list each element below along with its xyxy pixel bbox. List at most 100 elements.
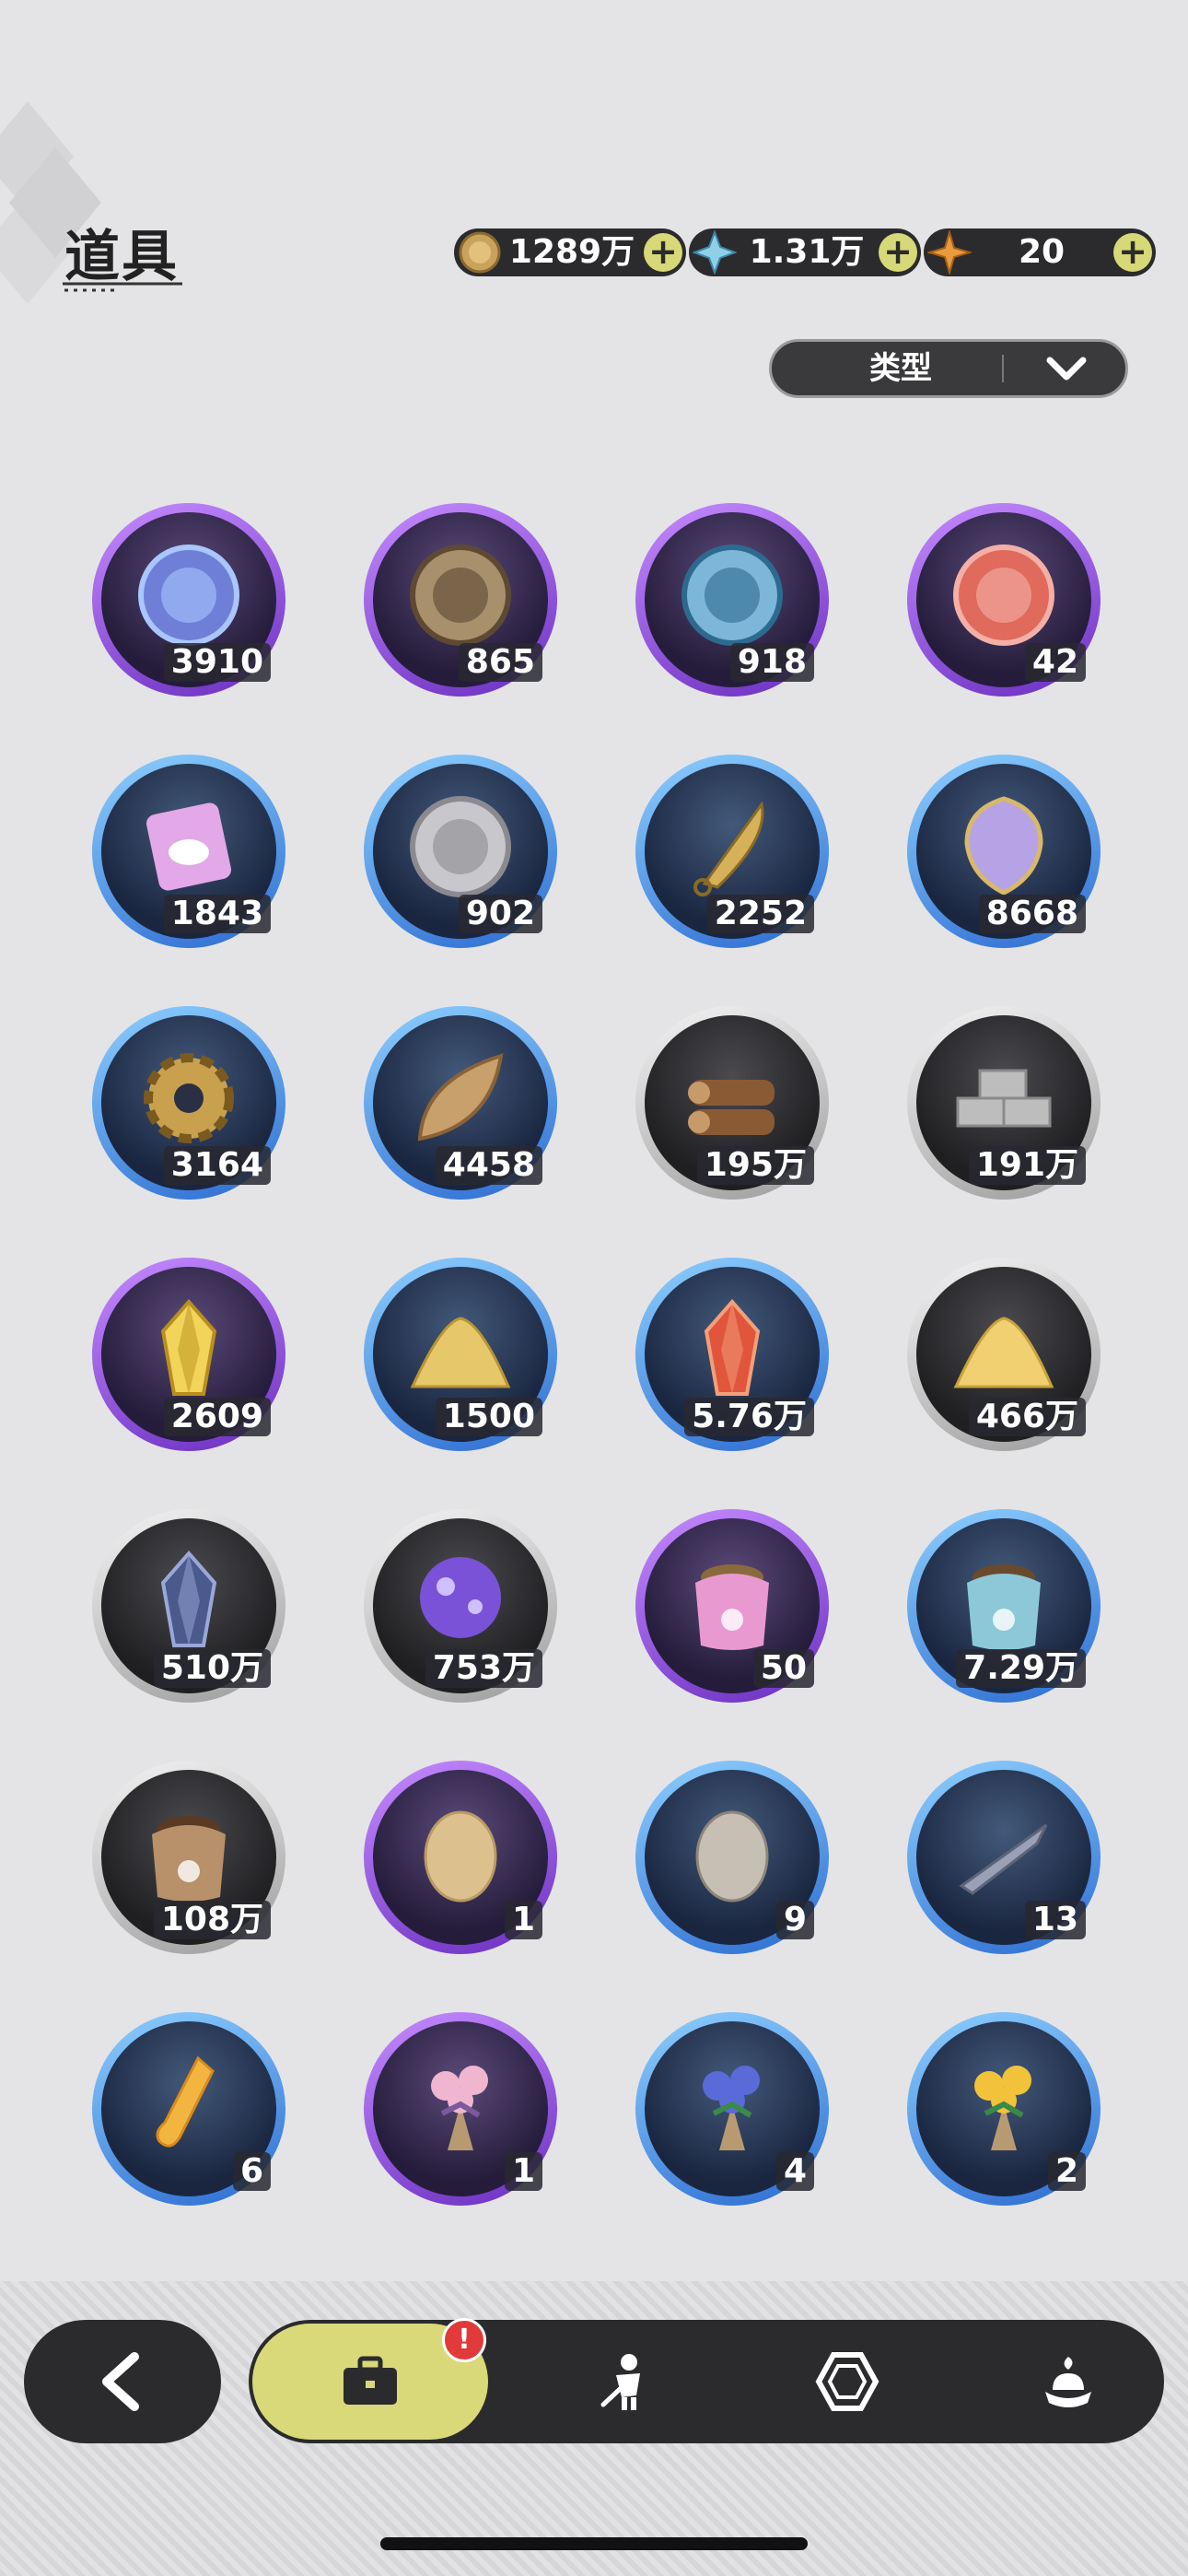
inventory-item[interactable]: 3910	[92, 503, 285, 697]
item-count: 3910	[163, 643, 271, 682]
sand-pile-icon	[953, 1317, 1054, 1388]
item-count: 8668	[978, 895, 1086, 933]
item-count: 1	[504, 2152, 542, 2191]
star-gem-icon	[927, 230, 972, 275]
inventory-item[interactable]: 50	[635, 1509, 829, 1703]
back-button[interactable]	[24, 2320, 221, 2443]
gem-icon	[815, 2352, 879, 2411]
item-count: 4458	[435, 1146, 542, 1185]
blue-feed-bag-icon	[967, 1564, 1041, 1650]
inventory-item[interactable]: 7.29万	[907, 1509, 1101, 1703]
inventory-item[interactable]: 2	[907, 2012, 1101, 2206]
type-filter-dropdown[interactable]: 类型	[769, 339, 1128, 398]
yellow-bouquet-icon	[974, 2066, 1031, 2150]
inventory-item[interactable]: 191万	[907, 1006, 1101, 1200]
inventory-item[interactable]: 13	[907, 1761, 1101, 1954]
shield-coin-icon	[681, 544, 783, 646]
item-count: 902	[458, 895, 542, 933]
inventory-item[interactable]: 466万	[907, 1258, 1101, 1451]
inventory-item[interactable]: 2252	[635, 755, 829, 948]
item-count: 1843	[163, 895, 271, 933]
scale-shield-icon	[964, 796, 1043, 896]
title-underline	[63, 282, 182, 292]
inventory-item[interactable]: 3164	[92, 1006, 285, 1200]
inventory-item[interactable]: 8668	[907, 755, 1101, 948]
add-crystal-button[interactable]: +	[879, 233, 917, 272]
inventory-item[interactable]: 918	[635, 503, 829, 697]
item-count: 50	[752, 1649, 814, 1688]
item-count: 3164	[163, 1146, 271, 1185]
grid-fade-bottom	[0, 2244, 1188, 2281]
inventory-item[interactable]: 1500	[364, 1258, 557, 1451]
currency-crystal[interactable]: 1.31万 +	[689, 228, 921, 276]
item-count: 9	[775, 1901, 814, 1939]
tab-gems[interactable]	[755, 2320, 939, 2443]
item-count: 2	[1047, 2152, 1086, 2191]
tab-items[interactable]: !	[252, 2318, 488, 2440]
page-title: 道具	[64, 225, 179, 289]
inventory-item[interactable]: 4458	[364, 1006, 557, 1200]
item-count: 7.29万	[956, 1649, 1086, 1688]
inventory-item[interactable]: 510万	[92, 1509, 285, 1703]
item-count: 42	[1024, 643, 1086, 682]
inventory-item[interactable]: 753万	[364, 1509, 557, 1703]
star-gem-amount: 20	[1018, 233, 1066, 271]
item-count: 13	[1024, 1901, 1086, 1939]
inventory-item[interactable]: 1843	[92, 755, 285, 948]
chevron-left-icon	[102, 2352, 139, 2411]
add-gold-button[interactable]: +	[644, 233, 682, 272]
bunny-card-icon	[146, 802, 231, 891]
grid-fade-top	[0, 440, 1188, 477]
inventory-item[interactable]: 4	[635, 2012, 829, 2206]
herb-bundle-icon	[959, 1823, 1048, 1895]
add-star-gem-button[interactable]: +	[1113, 233, 1152, 272]
wood-logs-icon	[688, 1080, 775, 1135]
item-count: 195万	[696, 1146, 814, 1185]
filter-label: 类型	[869, 350, 932, 387]
blade-icon	[693, 801, 764, 896]
tab-characters[interactable]	[534, 2320, 718, 2443]
currency-gold[interactable]: 1289万 +	[454, 228, 686, 276]
inventory-item[interactable]: 865	[364, 503, 557, 697]
star-moon-coin-icon	[138, 544, 239, 646]
dark-crystal-icon	[160, 1550, 217, 1647]
purple-orb-icon	[420, 1557, 501, 1638]
red-crystal-icon	[704, 1298, 761, 1396]
inventory-item[interactable]: 1	[364, 1761, 557, 1954]
item-grid[interactable]: 3910 865 918 42 1843 902 2252 8668 3164 4458 195万 1…	[0, 440, 1188, 2281]
inventory-item[interactable]: 9	[635, 1761, 829, 1954]
item-count: 2252	[706, 895, 814, 933]
item-count: 918	[729, 643, 814, 682]
bottom-tab-bar: !	[249, 2318, 1164, 2443]
inventory-item[interactable]: 6	[92, 2012, 285, 2206]
fist-coin-icon	[410, 544, 511, 646]
inventory-item[interactable]: 902	[364, 755, 557, 948]
crystal-icon	[693, 230, 737, 275]
heart-coin-icon	[953, 544, 1054, 646]
dessert-icon	[1045, 2357, 1091, 2407]
tab-desserts[interactable]	[976, 2320, 1160, 2443]
gold-dust-icon	[410, 1317, 511, 1388]
item-count: 753万	[425, 1649, 542, 1688]
inventory-item[interactable]: 108万	[92, 1761, 285, 1954]
home-indicator	[380, 2537, 808, 2550]
inventory-item[interactable]: 2609	[92, 1258, 285, 1451]
stone-bricks-icon	[956, 1069, 1052, 1128]
potion-vial-icon	[156, 2055, 215, 2148]
item-count: 1	[504, 1901, 542, 1939]
inventory-item[interactable]: 42	[907, 503, 1101, 697]
briefcase-icon	[344, 2356, 397, 2405]
item-count: 5.76万	[684, 1398, 814, 1436]
egg-icon	[424, 1810, 497, 1903]
item-count: 108万	[153, 1901, 271, 1939]
inventory-item[interactable]: 5.76万	[635, 1258, 829, 1451]
leaf-icon	[417, 1053, 504, 1142]
item-count: 6	[232, 2152, 271, 2191]
currency-star-gem[interactable]: 20 +	[924, 228, 1156, 276]
gold-crystal-icon	[160, 1298, 217, 1396]
inventory-item[interactable]: 195万	[635, 1006, 829, 1200]
item-count: 466万	[968, 1398, 1086, 1436]
inventory-item[interactable]: 1	[364, 2012, 557, 2206]
item-count: 510万	[153, 1649, 271, 1688]
item-count: 2609	[163, 1398, 271, 1436]
